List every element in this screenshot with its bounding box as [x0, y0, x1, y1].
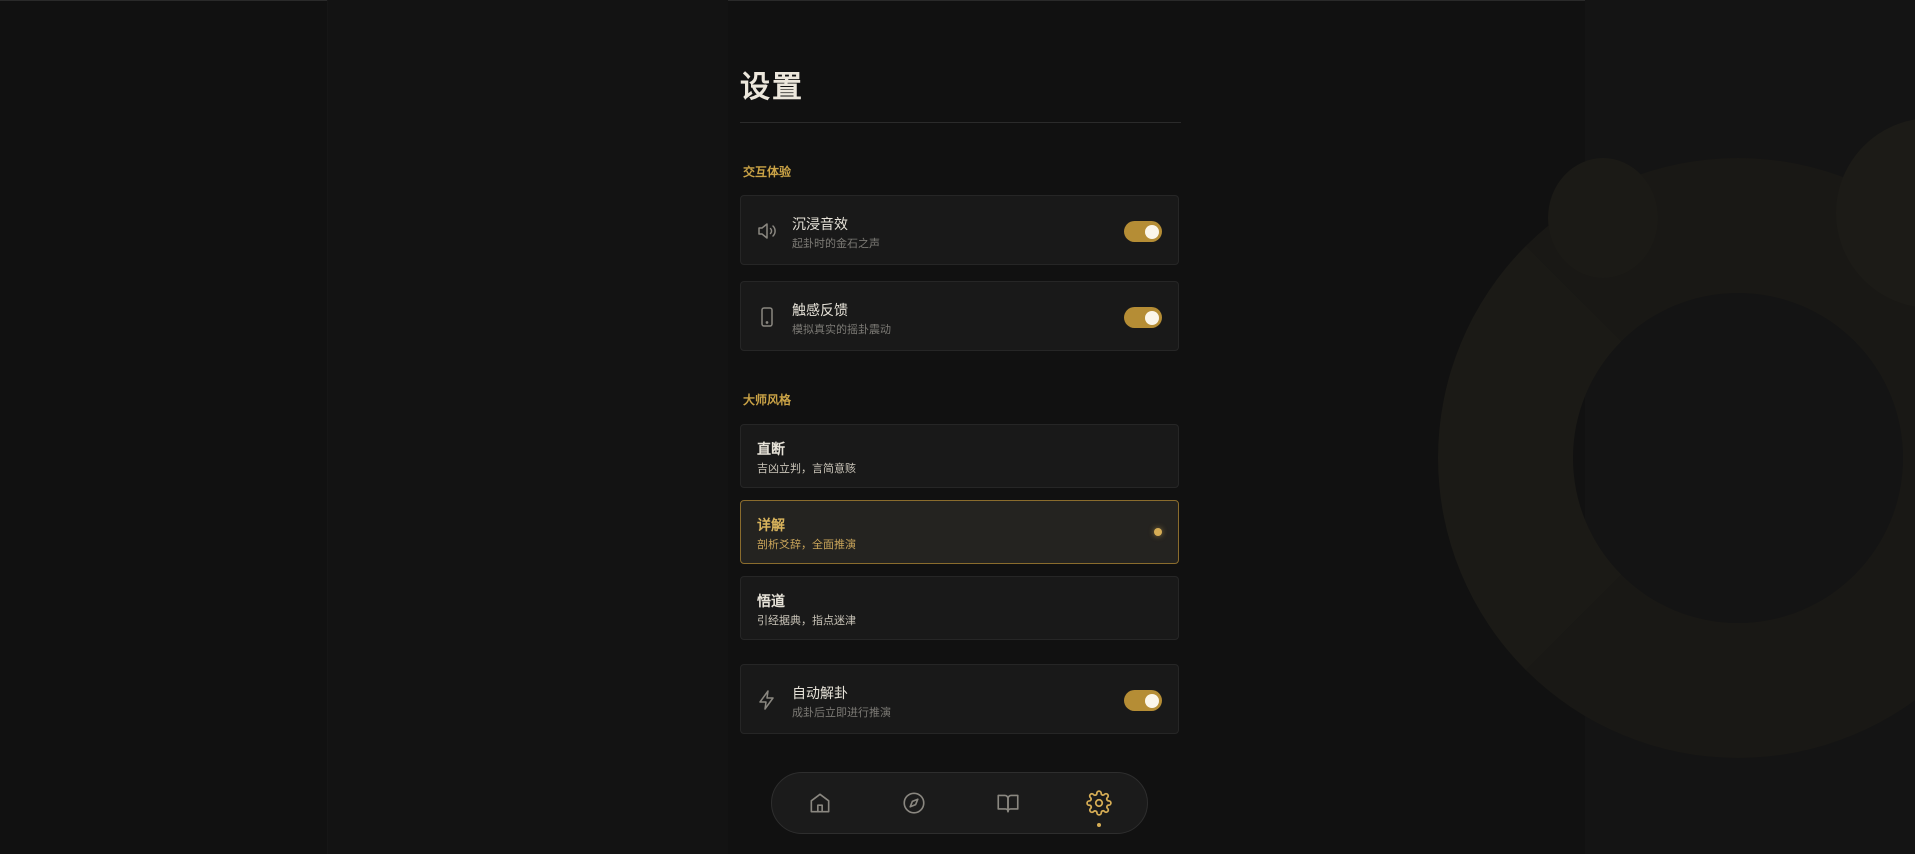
haptic-feedback-card: 触感反馈 模拟真实的摇卦震动 [740, 281, 1179, 351]
haptic-feedback-toggle[interactable] [1124, 307, 1162, 328]
toggle-knob [1145, 693, 1159, 708]
haptic-feedback-subtitle: 模拟真实的摇卦震动 [792, 323, 891, 336]
title-divider [740, 122, 1181, 123]
style-option-title: 详解 [757, 518, 785, 534]
section-label-master-style: 大师风格 [743, 393, 792, 407]
bottom-navigation-bar [771, 772, 1148, 834]
toggle-knob [1145, 310, 1159, 325]
phone-icon [755, 305, 779, 329]
style-option-subtitle: 引经据典，指点迷津 [757, 614, 856, 627]
compass-icon [903, 792, 925, 814]
auto-interpret-card: 自动解卦 成卦后立即进行推演 [740, 664, 1179, 734]
haptic-feedback-title: 触感反馈 [792, 303, 848, 319]
lightning-icon [755, 688, 779, 712]
nav-explore-button[interactable] [901, 790, 927, 816]
sound-effects-title: 沉浸音效 [792, 217, 848, 233]
selected-indicator-dot [1154, 528, 1162, 536]
book-icon [997, 794, 1019, 813]
toggle-knob [1145, 224, 1159, 239]
settings-page: 设置 交互体验 沉浸音效 起卦时的金石之声 触感反馈 模拟真实的摇卦震动 大师风… [0, 0, 1915, 854]
page-title: 设置 [740, 70, 804, 105]
nav-settings-button[interactable] [1086, 790, 1112, 816]
style-option-title: 直断 [757, 442, 785, 458]
style-option-enlightenment[interactable]: 悟道 引经据典，指点迷津 [740, 576, 1179, 640]
sound-effects-toggle[interactable] [1124, 221, 1162, 242]
background-blob-decoration [1548, 158, 1658, 278]
left-backdrop-panel [327, 0, 728, 854]
gear-icon [1086, 790, 1112, 816]
nav-home-button[interactable] [807, 790, 833, 816]
speaker-icon [755, 219, 779, 243]
nav-library-button[interactable] [995, 790, 1021, 816]
auto-interpret-title: 自动解卦 [792, 686, 848, 702]
section-label-interaction: 交互体验 [743, 165, 792, 179]
auto-interpret-subtitle: 成卦后立即进行推演 [792, 706, 891, 719]
sound-effects-subtitle: 起卦时的金石之声 [792, 237, 880, 250]
style-option-subtitle: 吉凶立判，言简意赅 [757, 462, 856, 475]
style-option-detailed[interactable]: 详解 剖析爻辞，全面推演 [740, 500, 1179, 564]
auto-interpret-toggle[interactable] [1124, 690, 1162, 711]
style-option-title: 悟道 [757, 594, 785, 610]
home-icon [810, 793, 830, 813]
active-nav-indicator [1097, 823, 1101, 827]
style-option-subtitle: 剖析爻辞，全面推演 [757, 538, 856, 551]
sound-effects-card: 沉浸音效 起卦时的金石之声 [740, 195, 1179, 265]
style-option-direct[interactable]: 直断 吉凶立判，言简意赅 [740, 424, 1179, 488]
